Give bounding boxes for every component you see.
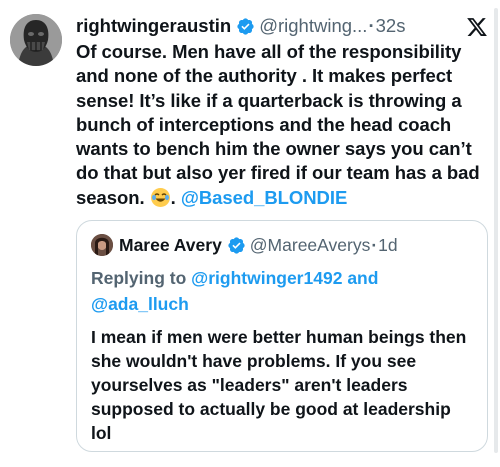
joy-emoji-icon: [150, 187, 170, 207]
replying-and: and: [347, 268, 379, 288]
author-avatar[interactable]: [10, 14, 62, 66]
replying-to-line: Replying to @rightwinger1492 and @ada_ll…: [91, 265, 471, 317]
tweet-timestamp[interactable]: 32s: [376, 15, 406, 37]
x-logo-icon[interactable]: [466, 16, 488, 38]
verified-badge-icon: [228, 236, 245, 254]
quoted-tweet-text: I mean if men were better human beings t…: [91, 327, 467, 443]
quoted-tweet-card[interactable]: Maree Avery @MareeAverys · 1d Replying t…: [76, 220, 488, 452]
author-display-name[interactable]: rightwingeraustin: [76, 15, 231, 37]
tweet-body: Of course. Men have all of the responsib…: [76, 41, 480, 208]
quoted-author-handle[interactable]: @MareeAverys: [250, 235, 371, 256]
quoted-author-name[interactable]: Maree Avery: [119, 235, 222, 256]
tweet-punctuation: .: [170, 186, 176, 208]
verified-badge-icon: [237, 17, 254, 35]
scrollbar[interactable]: [494, 8, 498, 453]
replying-mention-2[interactable]: @ada_lluch: [91, 294, 189, 314]
quoted-timestamp[interactable]: 1d: [378, 235, 397, 256]
quoted-header-separator: ·: [371, 234, 378, 255]
quoted-author-avatar[interactable]: [91, 234, 113, 256]
mention-link[interactable]: @Based_BLONDIE: [181, 187, 347, 208]
header-separator: ·: [368, 15, 375, 36]
tweet-header: rightwingeraustin @rightwing... · 32s: [76, 14, 500, 38]
replying-mention-1[interactable]: @rightwinger1492: [191, 268, 342, 288]
replying-label: Replying to: [91, 268, 187, 288]
quoted-tweet-header: Maree Avery @MareeAverys · 1d: [91, 234, 398, 256]
tweet-text: Of course. Men have all of the responsib…: [76, 40, 494, 210]
author-handle[interactable]: @rightwing...: [259, 15, 367, 37]
